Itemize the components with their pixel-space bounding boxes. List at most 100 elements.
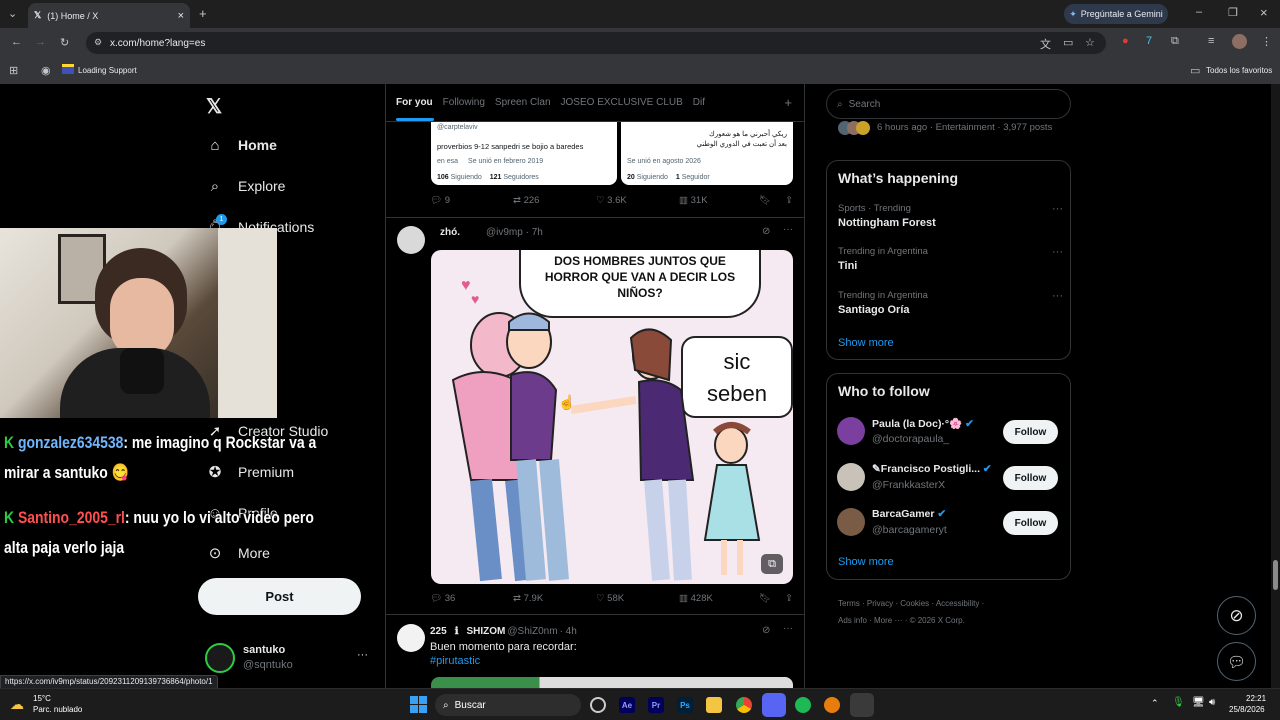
post-author-name[interactable]: zhó. [440, 227, 460, 238]
restore-icon[interactable]: ❐ [1228, 6, 1238, 19]
profile-avatar-icon[interactable] [1232, 34, 1247, 49]
media-icon[interactable]: ≡ [1208, 35, 1214, 47]
obs-icon[interactable] [590, 697, 606, 713]
reply-button[interactable]: 💬︎ 9 [430, 195, 513, 206]
chrome-icon[interactable] [736, 697, 752, 713]
follow-button[interactable]: Follow [1003, 420, 1058, 444]
trend-more-icon[interactable]: ··· [1052, 203, 1063, 215]
embedded-profile-card-right[interactable]: ريكي أحبرني ما هو شعورك بعد أن تعبت في ا… [621, 122, 793, 185]
footer-privacy[interactable]: Privacy [867, 599, 893, 608]
post-button[interactable]: Post [198, 578, 361, 615]
close-tab-icon[interactable]: × [178, 10, 184, 22]
translate-icon[interactable]: 文 [1040, 36, 1051, 52]
file-explorer-icon[interactable] [706, 697, 722, 713]
grok-icon[interactable]: ⊘ [762, 625, 770, 636]
extension-7tv-icon[interactable]: 7 [1146, 35, 1152, 47]
search-input[interactable]: ⌕ Search [826, 89, 1071, 119]
repost-button[interactable]: ⇄ 226 [513, 195, 596, 206]
weather-desc[interactable]: Parc. nublado [33, 705, 82, 714]
embedded-profile-card-left[interactable]: @carptelaviv proverbios 9-12 sanpedri se… [431, 122, 617, 185]
grok-icon[interactable]: ⊘ [762, 226, 770, 237]
post-author-handle[interactable]: @iv9mp · 7h [486, 227, 543, 238]
follow-button[interactable]: Follow [1003, 511, 1058, 535]
avatar[interactable] [397, 226, 425, 254]
grok-fab-icon[interactable]: ⊘ [1217, 596, 1256, 635]
tab-following[interactable]: Following [443, 97, 485, 108]
bookmark-icon[interactable]: 🔖︎ [759, 593, 771, 604]
share-icon[interactable]: ⇪ [785, 593, 793, 604]
trend-item[interactable]: Trending in Argentina Santiago Oría ··· [838, 290, 1063, 316]
reload-icon[interactable]: ↻ [60, 36, 69, 49]
cast-icon[interactable]: ▭ [1063, 36, 1073, 49]
sidebar-item-home[interactable]: ⌂ Home [206, 136, 276, 154]
hashtag-link[interactable]: #pirutastic [430, 655, 480, 667]
repost-button[interactable]: ⇄ 7.9K [513, 593, 596, 604]
footer-accessibility[interactable]: Accessibility [936, 599, 980, 608]
back-icon[interactable]: ← [11, 36, 22, 48]
follow-suggestion[interactable]: BarcaGamer ✔ @barcagameryt Follow [827, 505, 1070, 541]
follow-suggestion[interactable]: Paula (la Doc)·°🌸 ✔ @doctorapaula_ Follo… [827, 414, 1070, 450]
browser-tab[interactable]: 𝕏 (1) Home / X × [28, 3, 190, 28]
add-tab-icon[interactable]: + [784, 95, 792, 110]
extension-red-icon[interactable]: ● [1122, 35, 1129, 47]
photoshop-icon[interactable]: Ps [677, 697, 693, 713]
show-more-link[interactable]: Show more [838, 556, 894, 568]
clock-date[interactable]: 25/8/2026 [1229, 705, 1265, 714]
follow-suggestion[interactable]: ✎Francisco Postigli... ✔ @FrankkasterX F… [827, 460, 1070, 496]
premiere-icon[interactable]: Pr [648, 697, 664, 713]
scrollbar[interactable] [1271, 84, 1280, 688]
forward-icon[interactable]: → [35, 36, 46, 48]
like-button[interactable]: ♡ 58K [596, 593, 679, 604]
follow-button[interactable]: Follow [1003, 466, 1058, 490]
close-window-icon[interactable]: × [1260, 5, 1268, 20]
tab-search-icon[interactable]: ⌄ [8, 7, 17, 20]
weather-temp[interactable]: 15°C [33, 694, 51, 703]
account-switcher[interactable]: santuko @sqntuko ··· [205, 641, 375, 675]
tab-joseo-exclusive-club[interactable]: JOSEO EXCLUSIVE CLUB [561, 97, 683, 108]
after-effects-icon[interactable]: Ae [619, 697, 635, 713]
post-image[interactable]: DOS HOMBRES JUNTOS QUE HORROR QUE VAN A … [431, 250, 793, 584]
tab-for-you[interactable]: For you [396, 97, 433, 108]
menu-dots-icon[interactable]: ⋮ [1261, 35, 1272, 48]
like-button[interactable]: ♡ 3.6K [596, 195, 679, 206]
footer-terms[interactable]: Terms [838, 599, 860, 608]
blender-icon[interactable] [824, 697, 840, 713]
footer-ads-info[interactable]: Ads info [838, 616, 867, 625]
avatar[interactable] [397, 624, 425, 652]
tab-dif[interactable]: Dif [693, 97, 705, 108]
x-logo-icon[interactable]: 𝕏 [206, 94, 222, 119]
taskbar-search[interactable]: ⌕ Buscar [435, 694, 581, 716]
scrollbar-thumb[interactable] [1273, 560, 1278, 590]
bookmark-star-icon[interactable]: ☆ [1085, 36, 1095, 49]
image-edit-icon[interactable]: ⧉ [761, 554, 783, 574]
trend-more-icon[interactable]: ··· [1052, 246, 1063, 258]
post-author[interactable]: 225 ℹ SHIZOM @ShiZ0nm · 4h [430, 626, 577, 637]
post-media-preview[interactable] [431, 677, 793, 688]
footer-cookies[interactable]: Cookies [900, 599, 929, 608]
messages-fab-icon[interactable]: 💬︎ [1217, 642, 1256, 681]
trend-item[interactable]: Sports · Trending Nottingham Forest ··· [838, 203, 1063, 229]
new-tab-icon[interactable]: + [199, 6, 207, 21]
mic-tray-icon[interactable]: 🎙︎ [1172, 697, 1185, 708]
discord-icon[interactable] [762, 693, 786, 717]
windows-start-icon[interactable] [410, 696, 427, 713]
views-button[interactable]: ▥ 428K [679, 593, 759, 604]
extensions-icon[interactable]: ⧉ [1171, 35, 1179, 48]
trend-more-icon[interactable]: ··· [1052, 290, 1063, 302]
apps-grid-icon[interactable]: ⊞ [9, 64, 18, 77]
post-more-icon[interactable]: ··· [783, 224, 793, 235]
trend-item[interactable]: Trending in Argentina Tini ··· [838, 246, 1063, 272]
gemini-button[interactable]: ✦ Pregúntale a Gemini [1064, 4, 1168, 24]
reply-button[interactable]: 💬︎ 36 [430, 593, 513, 604]
minimize-icon[interactable]: – [1196, 6, 1202, 18]
globe-icon[interactable]: ◉ [41, 64, 51, 77]
views-button[interactable]: ▥ 31K [679, 195, 759, 206]
footer-more[interactable]: More ··· [874, 616, 902, 625]
url-field[interactable]: ⚙ x.com/home?lang=es [86, 32, 1106, 54]
tray-chevron-icon[interactable]: ⌃ [1151, 698, 1159, 709]
spotify-icon[interactable] [795, 697, 811, 713]
show-more-link[interactable]: Show more [838, 337, 894, 349]
chrome-active-icon[interactable] [850, 693, 874, 717]
volume-icon[interactable]: 🔊︎ [1209, 697, 1215, 708]
share-icon[interactable]: ⇪ [785, 195, 793, 206]
